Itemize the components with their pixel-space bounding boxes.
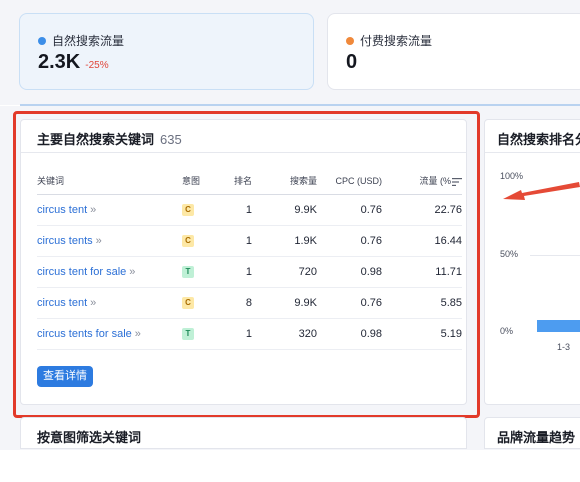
page-footer-space [0,450,580,482]
red-arrow-icon [503,182,580,200]
sort-icon[interactable] [452,177,462,186]
paid-traffic-number: 0 [346,51,358,73]
volume-cell: 1.9K [252,225,317,257]
keyword-link[interactable]: circus tents [37,235,93,247]
intent-cell: T [182,318,227,350]
paid-traffic-label-text: 付费搜索流量 [360,34,433,48]
y-axis-label-50: 50% [500,249,519,259]
intent-badge: C [182,297,194,309]
intent-cell: T [182,256,227,288]
col-header-keyword[interactable]: 关键词 [37,168,182,195]
y-axis-label-0: 0% [500,326,514,336]
panel-divider [485,152,580,153]
col-header-intent[interactable]: 意图 [182,168,227,195]
paid-traffic-value: 0 [346,51,357,74]
rank-bar-1-3[interactable] [537,320,580,332]
rank-distribution-title: 自然搜索排名分 [497,132,580,147]
organic-traffic-number: 2.3K [38,51,81,73]
intent-cell: C [182,194,227,226]
keyword-link[interactable]: circus tents for sale [37,328,132,340]
organic-traffic-change: -25% [85,60,109,71]
intent-filter-title: 按意图筛选关键词 [37,430,142,445]
traffic-cell: 16.44 [382,225,462,257]
col-header-cpc[interactable]: CPC (USD) [317,168,382,195]
rank-cell: 1 [227,256,252,288]
keyword-cell: circus tents» [37,225,182,257]
volume-cell: 720 [252,256,317,288]
rank-cell: 8 [227,287,252,319]
intent-badge: C [182,235,194,247]
keyword-cell: circus tent» [37,287,182,319]
brand-traffic-title: 品牌流量趋势 [497,430,576,445]
paid-traffic-card[interactable]: 付费搜索流量 0 [327,13,580,90]
intent-filter-panel: 按意图筛选关键词 [20,417,467,449]
organic-traffic-label: 自然搜索流量 [38,32,124,49]
intent-badge: T [182,266,194,278]
panel-divider [21,152,466,153]
grid-line-50 [530,255,580,256]
brand-traffic-panel: 品牌流量趋势 [484,417,580,449]
cpc-cell: 0.76 [317,287,382,319]
top-keywords-title-text: 主要自然搜索关键词 [37,132,155,147]
rank-cell: 1 [227,318,252,350]
chevron-double-right-icon[interactable]: » [135,328,141,340]
cpc-cell: 0.98 [317,318,382,350]
rank-cell: 1 [227,194,252,226]
table-row: circus tent» C 1 9.9K 0.76 22.76 [37,194,462,226]
keyword-link[interactable]: circus tent for sale [37,266,126,278]
chevron-double-right-icon[interactable]: » [129,266,135,278]
intent-badge: T [182,328,194,340]
intent-badge: C [182,204,194,216]
keywords-table: 关键词 意图 排名 搜索量 CPC (USD) 流量 (% circus ten… [37,168,462,350]
top-keywords-title: 主要自然搜索关键词 635 [37,129,182,148]
cpc-cell: 0.76 [317,225,382,257]
keyword-cell: circus tents for sale» [37,318,182,350]
keyword-cell: circus tent for sale» [37,256,182,288]
metrics-area: 自然搜索流量 2.3K -25% 付费搜索流量 0 [0,0,580,105]
cpc-cell: 0.98 [317,256,382,288]
chevron-double-right-icon[interactable]: » [90,297,96,309]
traffic-cell: 22.76 [382,194,462,226]
col-header-traffic-text: 流量 (% [419,176,451,187]
table-header-row: 关键词 意图 排名 搜索量 CPC (USD) 流量 (% [37,168,462,195]
traffic-cell: 5.85 [382,287,462,319]
organic-traffic-value: 2.3K -25% [38,51,109,74]
intent-cell: C [182,225,227,257]
view-details-button[interactable]: 查看详情 [37,366,93,387]
col-header-rank[interactable]: 排名 [227,168,252,195]
rank-distribution-panel: 自然搜索排名分 100% 50% 0% 1-3 [484,119,580,405]
traffic-cell: 11.71 [382,256,462,288]
rank-cell: 1 [227,225,252,257]
paid-dot-icon [346,36,354,45]
x-axis-label: 1-3 [557,342,571,352]
paid-traffic-label: 付费搜索流量 [346,32,432,49]
chevron-double-right-icon[interactable]: » [90,204,96,216]
organic-traffic-label-text: 自然搜索流量 [52,34,125,48]
table-row: circus tents for sale» T 1 320 0.98 5.19 [37,318,462,350]
keyword-cell: circus tent» [37,194,182,226]
volume-cell: 9.9K [252,287,317,319]
keyword-link[interactable]: circus tent [37,297,87,309]
top-keywords-panel: 主要自然搜索关键词 635 关键词 意图 排名 搜索量 CPC (USD) 流量… [20,119,467,405]
table-row: circus tent» C 8 9.9K 0.76 5.85 [37,287,462,319]
keyword-link[interactable]: circus tent [37,204,87,216]
chevron-double-right-icon[interactable]: » [96,235,102,247]
intent-cell: C [182,287,227,319]
table-row: circus tent for sale» T 1 720 0.98 11.71 [37,256,462,288]
cpc-cell: 0.76 [317,194,382,226]
volume-cell: 320 [252,318,317,350]
top-keywords-count: 635 [160,132,182,147]
col-header-traffic[interactable]: 流量 (% [382,168,462,195]
organic-dot-icon [38,36,46,45]
organic-traffic-card[interactable]: 自然搜索流量 2.3K -25% [19,13,314,90]
table-row: circus tents» C 1 1.9K 0.76 16.44 [37,225,462,257]
col-header-volume[interactable]: 搜索量 [252,168,317,195]
volume-cell: 9.9K [252,194,317,226]
traffic-cell: 5.19 [382,318,462,350]
